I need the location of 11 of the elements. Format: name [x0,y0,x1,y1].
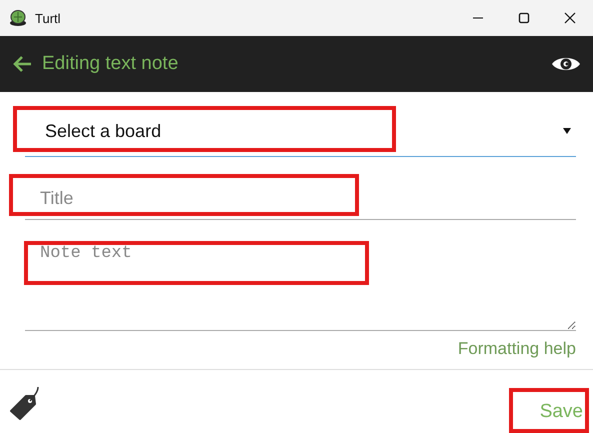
back-arrow-icon[interactable] [12,55,32,73]
turtle-icon [9,9,27,27]
header-title: Editing text note [42,53,178,75]
window-title: Turtl [35,10,61,26]
maximize-icon[interactable] [518,12,530,24]
save-button[interactable]: Save [540,394,583,428]
board-select[interactable]: Select a board [25,106,576,157]
eye-icon[interactable] [551,55,581,73]
close-icon[interactable] [564,12,576,24]
dropdown-caret-icon [563,128,571,134]
formatting-help-link[interactable]: Formatting help [458,339,576,359]
